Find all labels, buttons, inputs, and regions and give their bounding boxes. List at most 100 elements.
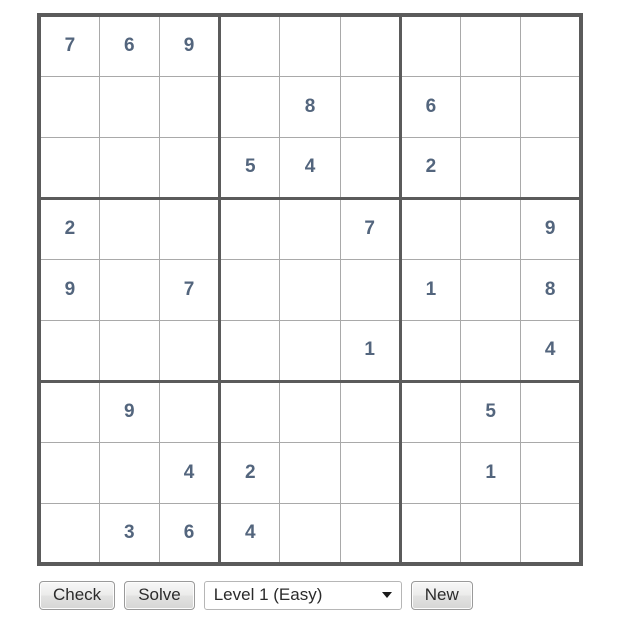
sudoku-row: 2 7 9 — [38, 196, 582, 260]
sudoku-cell-r6c4[interactable] — [218, 319, 281, 383]
sudoku-cell-r7c8[interactable]: 5 — [460, 379, 522, 443]
sudoku-cell-r8c2[interactable] — [98, 441, 160, 504]
sudoku-row: 95 — [38, 379, 582, 443]
sudoku-cell-r5c4[interactable] — [218, 258, 281, 321]
sudoku-row: 97 18 — [38, 258, 582, 321]
sudoku-row: 86 — [38, 75, 582, 138]
sudoku-cell-r8c7[interactable] — [398, 441, 462, 504]
sudoku-cell-r1c7[interactable] — [398, 14, 462, 77]
sudoku-cell-r2c7[interactable]: 6 — [398, 75, 462, 138]
sudoku-cell-r6c2[interactable] — [98, 319, 160, 383]
sudoku-cell-r1c2[interactable]: 6 — [98, 14, 160, 77]
sudoku-cell-r8c3[interactable]: 4 — [158, 441, 222, 504]
sudoku-cell-r1c3[interactable]: 9 — [158, 14, 222, 77]
chevron-down-icon — [381, 592, 392, 598]
sudoku-cell-r5c2[interactable] — [98, 258, 160, 321]
sudoku-cell-r6c7[interactable] — [398, 319, 462, 383]
level-select-value: Level 1 (Easy) — [213, 585, 323, 604]
sudoku-cell-r1c8[interactable] — [460, 14, 522, 77]
sudoku-cell-r2c6[interactable] — [339, 75, 402, 138]
sudoku-cell-r5c1[interactable]: 9 — [38, 258, 100, 321]
sudoku-cell-r2c9[interactable] — [520, 75, 582, 138]
sudoku-cell-r9c4[interactable]: 4 — [218, 502, 281, 565]
sudoku-cell-r3c9[interactable] — [520, 136, 582, 200]
sudoku-cell-r9c6[interactable] — [339, 502, 402, 565]
sudoku-cell-r1c5[interactable] — [279, 14, 341, 77]
sudoku-cell-r9c3[interactable]: 6 — [158, 502, 222, 565]
sudoku-cell-r5c6[interactable] — [339, 258, 402, 321]
sudoku-cell-r7c7[interactable] — [398, 379, 462, 443]
sudoku-cell-r8c9[interactable] — [520, 441, 582, 504]
sudoku-cell-r2c3[interactable] — [158, 75, 222, 138]
sudoku-cell-r4c4[interactable] — [218, 196, 281, 260]
sudoku-cell-r2c5[interactable]: 8 — [279, 75, 341, 138]
sudoku-cell-r1c9[interactable] — [520, 14, 582, 77]
sudoku-cell-r8c1[interactable] — [38, 441, 100, 504]
sudoku-cell-r8c8[interactable]: 1 — [460, 441, 522, 504]
sudoku-cell-r7c9[interactable] — [520, 379, 582, 443]
sudoku-cell-r9c8[interactable] — [460, 502, 522, 565]
sudoku-cell-r2c4[interactable] — [218, 75, 281, 138]
sudoku-board-container: 7698654227997181495421364 — [37, 13, 583, 566]
sudoku-cell-r4c7[interactable] — [398, 196, 462, 260]
check-button[interactable]: Check — [39, 580, 116, 610]
sudoku-app: 7698654227997181495421364 Check Solve Le… — [0, 0, 620, 620]
sudoku-cell-r3c4[interactable]: 5 — [218, 136, 281, 200]
sudoku-row: 364 — [38, 502, 582, 565]
sudoku-cell-r6c3[interactable] — [158, 319, 222, 383]
sudoku-cell-r6c5[interactable] — [279, 319, 341, 383]
new-button[interactable]: New — [410, 580, 473, 610]
sudoku-cell-r5c7[interactable]: 1 — [398, 258, 462, 321]
sudoku-cell-r3c8[interactable] — [460, 136, 522, 200]
sudoku-cell-r1c4[interactable] — [218, 14, 281, 77]
sudoku-cell-r5c8[interactable] — [460, 258, 522, 321]
sudoku-cell-r7c2[interactable]: 9 — [98, 379, 160, 443]
sudoku-cell-r7c5[interactable] — [279, 379, 341, 443]
sudoku-cell-r3c6[interactable] — [339, 136, 402, 200]
sudoku-cell-r2c1[interactable] — [38, 75, 100, 138]
sudoku-cell-r5c5[interactable] — [279, 258, 341, 321]
sudoku-row: 769 — [38, 14, 582, 77]
sudoku-cell-r4c5[interactable] — [279, 196, 341, 260]
sudoku-cell-r7c4[interactable] — [218, 379, 281, 443]
sudoku-cell-r5c9[interactable]: 8 — [520, 258, 582, 321]
sudoku-cell-r9c5[interactable] — [279, 502, 341, 565]
sudoku-cell-r7c3[interactable] — [158, 379, 222, 443]
sudoku-cell-r3c3[interactable] — [158, 136, 222, 200]
sudoku-cell-r3c5[interactable]: 4 — [279, 136, 341, 200]
sudoku-cell-r6c9[interactable]: 4 — [520, 319, 582, 383]
sudoku-cell-r4c1[interactable]: 2 — [38, 196, 100, 260]
sudoku-cell-r4c8[interactable] — [460, 196, 522, 260]
sudoku-row: 14 — [38, 319, 582, 383]
sudoku-cell-r3c2[interactable] — [98, 136, 160, 200]
sudoku-cell-r1c1[interactable]: 7 — [38, 14, 100, 77]
sudoku-cell-r4c2[interactable] — [98, 196, 160, 260]
sudoku-cell-r7c6[interactable] — [339, 379, 402, 443]
sudoku-cell-r8c4[interactable]: 2 — [218, 441, 281, 504]
solve-button[interactable]: Solve — [124, 580, 195, 610]
sudoku-cell-r8c6[interactable] — [339, 441, 402, 504]
sudoku-cell-r4c3[interactable] — [158, 196, 222, 260]
sudoku-cell-r9c1[interactable] — [38, 502, 100, 565]
sudoku-cell-r5c3[interactable]: 7 — [158, 258, 222, 321]
sudoku-cell-r6c8[interactable] — [460, 319, 522, 383]
level-select[interactable]: Level 1 (Easy) — [203, 580, 402, 610]
controls-toolbar: Check Solve Level 1 (Easy) New — [39, 580, 473, 610]
sudoku-cell-r2c8[interactable] — [460, 75, 522, 138]
sudoku-cell-r8c5[interactable] — [279, 441, 341, 504]
sudoku-grid[interactable]: 7698654227997181495421364 — [37, 13, 583, 566]
sudoku-cell-r2c2[interactable] — [98, 75, 160, 138]
sudoku-cell-r6c1[interactable] — [38, 319, 100, 383]
sudoku-cell-r9c7[interactable] — [398, 502, 462, 565]
sudoku-cell-r4c9[interactable]: 9 — [520, 196, 582, 260]
sudoku-cell-r9c2[interactable]: 3 — [98, 502, 160, 565]
sudoku-cell-r1c6[interactable] — [339, 14, 402, 77]
sudoku-row: 42 1 — [38, 441, 582, 504]
sudoku-cell-r7c1[interactable] — [38, 379, 100, 443]
sudoku-cell-r4c6[interactable]: 7 — [339, 196, 402, 260]
sudoku-cell-r6c6[interactable]: 1 — [339, 319, 402, 383]
sudoku-cell-r3c7[interactable]: 2 — [398, 136, 462, 200]
sudoku-row: 542 — [38, 136, 582, 200]
sudoku-cell-r9c9[interactable] — [520, 502, 582, 565]
sudoku-cell-r3c1[interactable] — [38, 136, 100, 200]
